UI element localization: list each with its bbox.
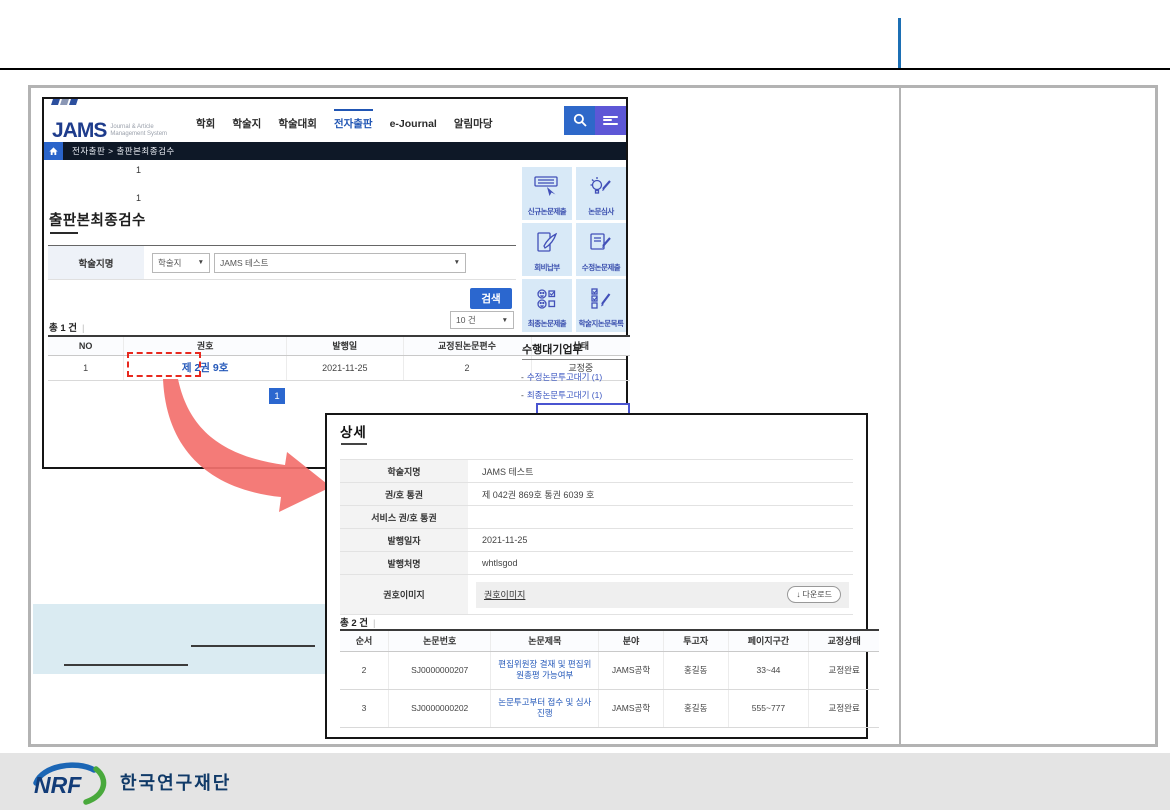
- nav-item-ejournal[interactable]: e-Journal: [390, 111, 437, 130]
- page-title-underline: [50, 232, 78, 234]
- todo-item-revised-pending[interactable]: -수정논문투고대기 (1): [521, 371, 602, 383]
- footer-band: NRF 한국연구재단: [0, 753, 1170, 810]
- hamburger-menu-icon[interactable]: [595, 106, 626, 135]
- svg-text:NRF: NRF: [34, 772, 82, 798]
- breadcrumb: 전자출판 > 출판본최종검수: [72, 145, 175, 157]
- page-top-rule: [0, 68, 1170, 70]
- content-frame-divider: [899, 85, 901, 747]
- search-form: 학술지명 학술지 ▼ JAMS 테스트 ▼: [48, 245, 516, 280]
- jams-header: JAMS Journal & Article Management System…: [44, 99, 626, 141]
- bulb-pencil-icon: [588, 175, 614, 206]
- redaction-line-1: [191, 645, 315, 647]
- page-title: 출판본최종검수: [49, 209, 146, 230]
- todo-title-underline: [522, 359, 626, 360]
- page-size-select[interactable]: 10 건 ▼: [450, 311, 514, 329]
- field-row-issue-image: 권호이미지 권호이미지 ↓ 다운로드: [340, 575, 853, 615]
- search-icon[interactable]: [564, 106, 595, 135]
- breadcrumb-bar: 전자출판 > 출판본최종검수: [44, 142, 626, 160]
- main-nav: 학회 학술지 학술대회 전자출판 e-Journal 알림마당: [196, 109, 493, 131]
- journal-name-label: 학술지명: [48, 246, 144, 279]
- nav-item-conference[interactable]: 학술대회: [278, 109, 317, 131]
- nrf-swoosh-icon: NRF: [26, 759, 112, 805]
- quickmenu-new-submission[interactable]: 신규논문제출: [522, 167, 572, 220]
- stray-mark-1: 1: [136, 165, 141, 175]
- quickmenu-membership-fee[interactable]: 회비납부: [522, 223, 572, 276]
- nav-item-journal[interactable]: 학술지: [232, 109, 261, 131]
- nav-item-notice[interactable]: 알림마당: [454, 109, 493, 131]
- quickmenu-revised-submission[interactable]: 수정논문제출: [576, 223, 626, 276]
- keyboard-hand-icon: [534, 175, 560, 206]
- redaction-line-2: [64, 664, 188, 666]
- todo-item-final-pending[interactable]: -최종논문투고대기 (1): [521, 389, 602, 401]
- annotation-arrow: [130, 360, 345, 520]
- popup-title-underline: [341, 443, 367, 445]
- table-row: 3 SJ0000000202 논문투고부터 접수 및 심사 진행 JAMS공학 …: [340, 689, 879, 727]
- field-row-publisher: 발행처명 whtlsgod: [340, 552, 853, 575]
- stray-mark-2: 1: [136, 193, 141, 203]
- detail-fields: 학술지명 JAMS 테스트 권/호 통권 제 042권 869호 통권 6039…: [340, 459, 853, 615]
- quickmenu-final-submission[interactable]: 최종논문제출: [522, 279, 572, 332]
- article-title-link[interactable]: 편집위원장 결재 및 편집위원총평 가능여부: [491, 659, 598, 682]
- jams-logo[interactable]: JAMS Journal & Article Management System: [52, 99, 190, 141]
- field-row-service-volume: 서비스 권/호 통권: [340, 506, 853, 529]
- document-pencil-icon: [588, 231, 614, 262]
- search-button[interactable]: 검색: [470, 288, 512, 309]
- result-count: 총 1 건|: [49, 320, 85, 334]
- field-row-pub-date: 발행일자 2021-11-25: [340, 529, 853, 552]
- header-column-divider: [898, 18, 901, 68]
- popup-result-count: 총 2 건|: [340, 615, 376, 629]
- article-title-link[interactable]: 논문투고부터 접수 및 심사 진행: [491, 697, 598, 720]
- nav-item-society[interactable]: 학회: [196, 109, 215, 131]
- download-button[interactable]: ↓ 다운로드: [787, 586, 841, 603]
- popup-title: 상세: [340, 421, 367, 441]
- nrf-org-name: 한국연구재단: [120, 769, 231, 795]
- issue-image-bar: 권호이미지 ↓ 다운로드: [476, 582, 849, 608]
- issue-image-link[interactable]: 권호이미지: [484, 588, 525, 601]
- quickmenu-journal-article-list[interactable]: 학술지논문목록: [576, 279, 626, 332]
- faces-checkbox-icon: [534, 287, 560, 318]
- jams-logo-text: JAMS: [52, 121, 106, 141]
- detail-popup: 상세 학술지명 JAMS 테스트 권/호 통권 제 042권 869호 통권 6…: [325, 413, 868, 739]
- jams-logo-subtitle: Journal & Article Management System: [110, 124, 167, 138]
- chevron-down-icon: ▼: [198, 259, 204, 266]
- article-table-header: 순서 논문번호 논문제목 분야 투고자 페이지구간 교정상태: [340, 630, 879, 651]
- table-row: 2 SJ0000000207 편집위원장 결재 및 편집위원총평 가능여부 JA…: [340, 651, 879, 689]
- field-row-journal-name: 학술지명 JAMS 테스트: [340, 460, 853, 483]
- journal-type-select[interactable]: 학술지 ▼: [152, 253, 210, 273]
- nav-item-epublish[interactable]: 전자출판: [334, 109, 373, 131]
- checklist-pencil-icon: [588, 287, 614, 318]
- field-row-volume-issue: 권/호 통권 제 042권 869호 통권 6039 호: [340, 483, 853, 506]
- nrf-logo: NRF 한국연구재단: [26, 759, 231, 805]
- quickmenu-review[interactable]: 논문심사: [576, 167, 626, 220]
- journal-select[interactable]: JAMS 테스트 ▼: [214, 253, 466, 273]
- chevron-down-icon: ▼: [454, 259, 460, 266]
- home-icon[interactable]: [44, 142, 63, 160]
- article-table: 순서 논문번호 논문제목 분야 투고자 페이지구간 교정상태 2 SJ00000…: [340, 629, 879, 728]
- chevron-down-icon: ▼: [502, 317, 508, 324]
- jams-logo-cubes-icon: [52, 99, 106, 105]
- document-feather-icon: [534, 231, 560, 262]
- todo-title: 수행대기업무: [522, 341, 583, 357]
